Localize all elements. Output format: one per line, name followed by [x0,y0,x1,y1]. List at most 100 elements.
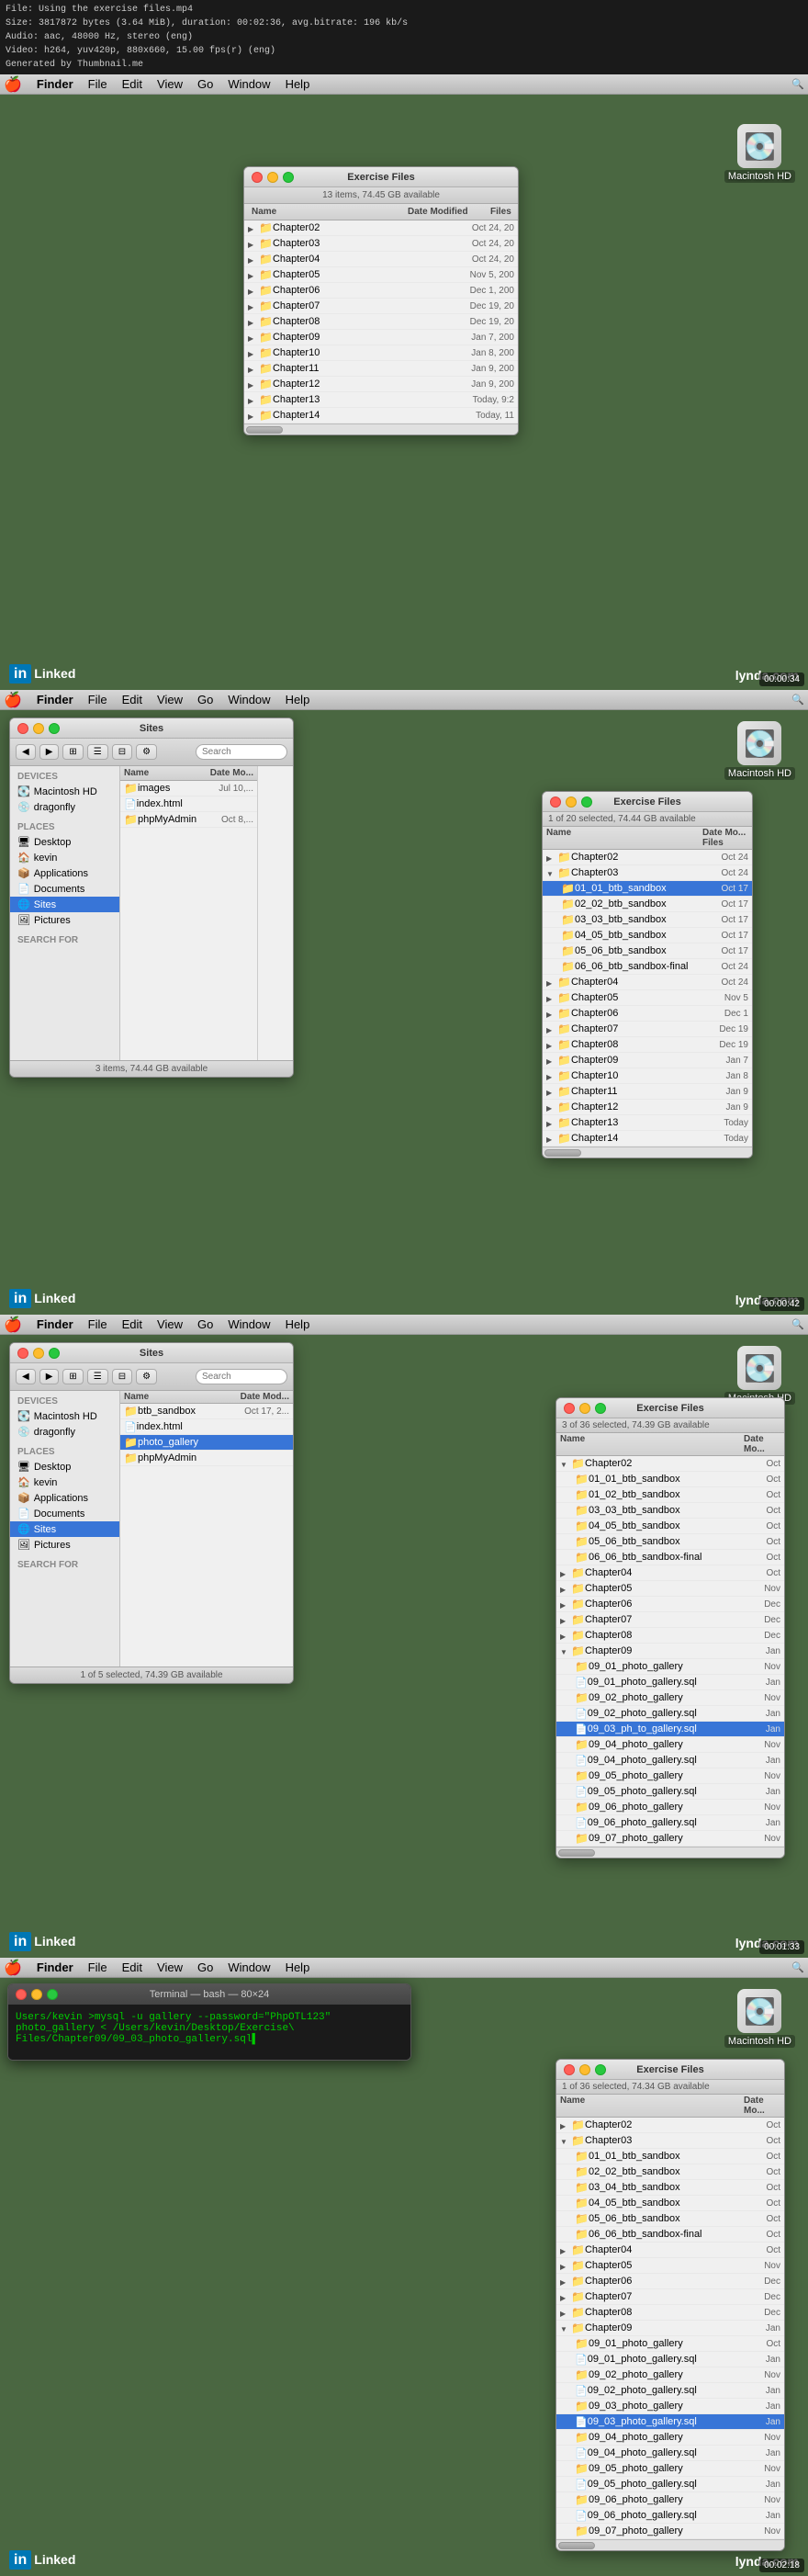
table-row[interactable]: 📁Chapter08Dec [556,1628,784,1644]
menu-view[interactable]: View [150,77,190,91]
sidebar-item-desktop-3[interactable]: 🖥 Desktop [10,1459,119,1474]
menu-finder-2[interactable]: Finder [29,693,81,706]
magnifier-icon-3[interactable]: 🔍 [791,1318,804,1330]
table-row[interactable]: 📁04_05_btb_sandboxOct 17 [543,928,752,943]
table-row[interactable]: 📁05_06_btb_sandboxOct [556,1534,784,1550]
sidebar-item-sites-3[interactable]: 🌐 Sites [10,1521,119,1537]
view-btn1-3[interactable]: ⊞ [62,1369,83,1384]
sidebar-item-sites[interactable]: 🌐 Sites [10,897,119,912]
table-row[interactable]: 📁photo_gallery [120,1435,293,1451]
ef-scrollbar-thumb-4[interactable] [558,2542,595,2549]
search-input-2[interactable] [196,744,287,760]
menu-go-3[interactable]: Go [190,1317,220,1331]
table-row[interactable]: 📁09_02_photo_galleryNov [556,1690,784,1706]
table-row[interactable]: 📁03_04_btb_sandboxOct [556,2180,784,2196]
table-row[interactable]: 📄09_04_photo_gallery.sqlJan [556,2446,784,2461]
sidebar-item-kevin-3[interactable]: 🏠 kevin [10,1474,119,1490]
table-row[interactable]: 📁Chapter05Nov [556,1581,784,1597]
table-row[interactable]: 📁Chapter14Today [543,1131,752,1147]
table-row[interactable]: 📁Chapter04Oct 24 [543,975,752,990]
table-row[interactable]: 📁09_01_photo_galleryOct [556,2336,784,2352]
table-row[interactable]: 📁Chapter07Dec [556,1612,784,1628]
table-row[interactable]: 📁phpMyAdmin [120,1451,293,1466]
apple-menu-4[interactable]: 🍎 [4,1959,22,1977]
table-row[interactable]: 📄index.html [120,797,257,812]
table-row[interactable]: 📁Chapter05Nov 5, 200 [244,267,518,283]
menu-window[interactable]: Window [220,77,277,91]
ef-scrollbar-thumb-2[interactable] [544,1149,581,1157]
table-row[interactable]: 📁09_05_photo_galleryNov [556,1768,784,1784]
table-row[interactable]: 📁Chapter04Oct 24, 20 [244,252,518,267]
close-term[interactable] [16,1989,27,2000]
menu-window-3[interactable]: Window [220,1317,277,1331]
sidebar-item-apps-3[interactable]: 📦 Applications [10,1490,119,1506]
minimize-button-1[interactable] [267,172,278,183]
table-row[interactable]: 📄09_02_photo_gallery.sqlJan [556,1706,784,1722]
table-row[interactable]: 📁06_06_btb_sandbox-finalOct [556,1550,784,1565]
menu-view-2[interactable]: View [150,693,190,706]
menu-edit-2[interactable]: Edit [115,693,150,706]
table-row[interactable]: 📁Chapter06Dec 1 [543,1006,752,1022]
table-row[interactable]: 📁Chapter11Jan 9, 200 [244,361,518,377]
traffic-lights-ef4[interactable] [564,2064,606,2075]
ef-scrollbar-3[interactable] [556,1847,784,1858]
table-row[interactable]: 📁Chapter07Dec [556,2289,784,2305]
table-row[interactable]: 📁Chapter09Jan [556,2321,784,2336]
menu-view-4[interactable]: View [150,1960,190,1974]
table-row[interactable]: 📁Chapter08Dec 19, 20 [244,314,518,330]
table-row[interactable]: 📁04_05_btb_sandboxOct [556,1519,784,1534]
table-row[interactable]: 📁01_01_btb_sandboxOct [556,1472,784,1487]
view-btn2-2[interactable]: ☰ [87,744,108,760]
table-row[interactable]: 📄09_04_photo_gallery.sqlJan [556,1753,784,1768]
ef-scrollbar-2[interactable] [543,1147,752,1158]
table-row[interactable]: 📁09_03_photo_galleryJan [556,2399,784,2414]
table-row[interactable]: 📁09_04_photo_galleryNov [556,2430,784,2446]
search-input-3[interactable] [196,1369,287,1384]
table-row[interactable]: 📁01_01_btb_sandboxOct [556,2149,784,2164]
table-row[interactable]: 📄09_03_ph_to_gallery.sqlJan [556,1722,784,1737]
table-row[interactable]: 📁Chapter02Oct [556,2118,784,2133]
table-row[interactable]: 📁Chapter05Nov 5 [543,990,752,1006]
sidebar-item-mac-3[interactable]: 💽 Macintosh HD [10,1408,119,1424]
table-row[interactable]: 📄09_05_photo_gallery.sqlJan [556,1784,784,1800]
menu-view-3[interactable]: View [150,1317,190,1331]
traffic-lights-s2[interactable] [17,723,60,734]
table-row[interactable]: 📁Chapter03Oct 24, 20 [244,236,518,252]
table-row[interactable]: 📁03_03_btb_sandboxOct [556,1503,784,1519]
magnifier-icon-2[interactable]: 🔍 [791,694,804,706]
traffic-lights-term[interactable] [16,1989,58,2000]
table-row[interactable]: 📁Chapter08Dec [556,2305,784,2321]
maximize-ef4[interactable] [595,2064,606,2075]
table-row[interactable]: 📁btb_sandboxOct 17, 2... [120,1404,293,1419]
traffic-lights-1[interactable] [252,172,294,183]
sidebar-item-docs-3[interactable]: 📄 Documents [10,1506,119,1521]
sidebar-item-dragon-3[interactable]: 💿 dragonfly [10,1424,119,1440]
menu-file-3[interactable]: File [81,1317,115,1331]
menu-help-3[interactable]: Help [278,1317,318,1331]
close-s2[interactable] [17,723,28,734]
table-row[interactable]: 📁Chapter13Today, 9:2 [244,392,518,408]
view-btn2-3[interactable]: ☰ [87,1369,108,1384]
ef-scrollbar-4[interactable] [556,2539,784,2550]
table-row[interactable]: 📁Chapter02Oct [556,1456,784,1472]
menu-help-2[interactable]: Help [278,693,318,706]
table-row[interactable]: 📁09_07_photo_galleryNov [556,2524,784,2539]
table-row[interactable]: 📁Chapter04Oct [556,1565,784,1581]
table-row[interactable]: 📁phpMyAdminOct 8,... [120,812,257,828]
sidebar-item-documents[interactable]: 📄 Documents [10,881,119,897]
table-row[interactable]: 📁Chapter07Dec 19 [543,1022,752,1037]
table-row[interactable]: 📄09_02_photo_gallery.sqlJan [556,2383,784,2399]
sidebar-item-desktop[interactable]: 🖥 Desktop [10,834,119,850]
magnifier-icon-4[interactable]: 🔍 [791,1961,804,1973]
maximize-term[interactable] [47,1989,58,2000]
table-row[interactable]: 📁09_06_photo_galleryNov [556,2492,784,2508]
maximize-ef2[interactable] [581,797,592,808]
minimize-term[interactable] [31,1989,42,2000]
menu-window-4[interactable]: Window [220,1960,277,1974]
maximize-button-1[interactable] [283,172,294,183]
table-row[interactable]: 📁Chapter08Dec 19 [543,1037,752,1053]
table-row[interactable]: 📁06_06_btb_sandbox-finalOct 24 [543,959,752,975]
menu-file-4[interactable]: File [81,1960,115,1974]
table-row[interactable]: 📁Chapter06Dec [556,2274,784,2289]
maximize-s2[interactable] [49,723,60,734]
